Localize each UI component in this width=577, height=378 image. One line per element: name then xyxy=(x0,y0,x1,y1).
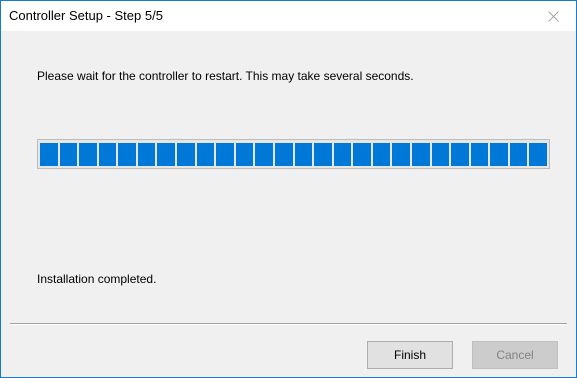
progress-block xyxy=(118,143,136,166)
close-button[interactable] xyxy=(530,1,576,31)
progress-block xyxy=(451,143,469,166)
progress-block xyxy=(411,143,430,166)
finish-button[interactable]: Finish xyxy=(367,341,453,369)
progress-block xyxy=(274,143,293,166)
progress-block xyxy=(333,143,352,166)
progress-block xyxy=(137,143,156,166)
footer-separator xyxy=(10,323,567,325)
progress-block xyxy=(40,143,58,166)
progress-block xyxy=(509,143,528,166)
progress-block xyxy=(470,143,489,166)
progress-block xyxy=(392,143,410,166)
progress-block xyxy=(177,143,195,166)
progress-block xyxy=(235,143,254,166)
cancel-button: Cancel xyxy=(472,341,558,369)
progress-block xyxy=(314,143,332,166)
progress-block xyxy=(490,143,508,166)
restart-message: Please wait for the controller to restar… xyxy=(37,69,414,83)
setup-dialog: Controller Setup - Step 5/5 Please wait … xyxy=(0,0,577,378)
progress-block xyxy=(216,143,234,166)
close-icon xyxy=(547,10,559,22)
progress-block xyxy=(98,143,117,166)
progress-bar xyxy=(37,139,550,169)
window-title: Controller Setup - Step 5/5 xyxy=(9,8,163,23)
progress-block xyxy=(157,143,176,166)
progress-block xyxy=(529,143,548,166)
status-text: Installation completed. xyxy=(37,272,157,286)
title-bar: Controller Setup - Step 5/5 xyxy=(1,1,576,31)
progress-block xyxy=(59,143,78,166)
progress-block xyxy=(79,143,97,166)
progress-block xyxy=(196,143,215,166)
progress-block xyxy=(294,143,313,166)
progress-block xyxy=(372,143,391,166)
progress-block xyxy=(431,143,450,166)
progress-block xyxy=(353,143,371,166)
progress-block xyxy=(255,143,273,166)
